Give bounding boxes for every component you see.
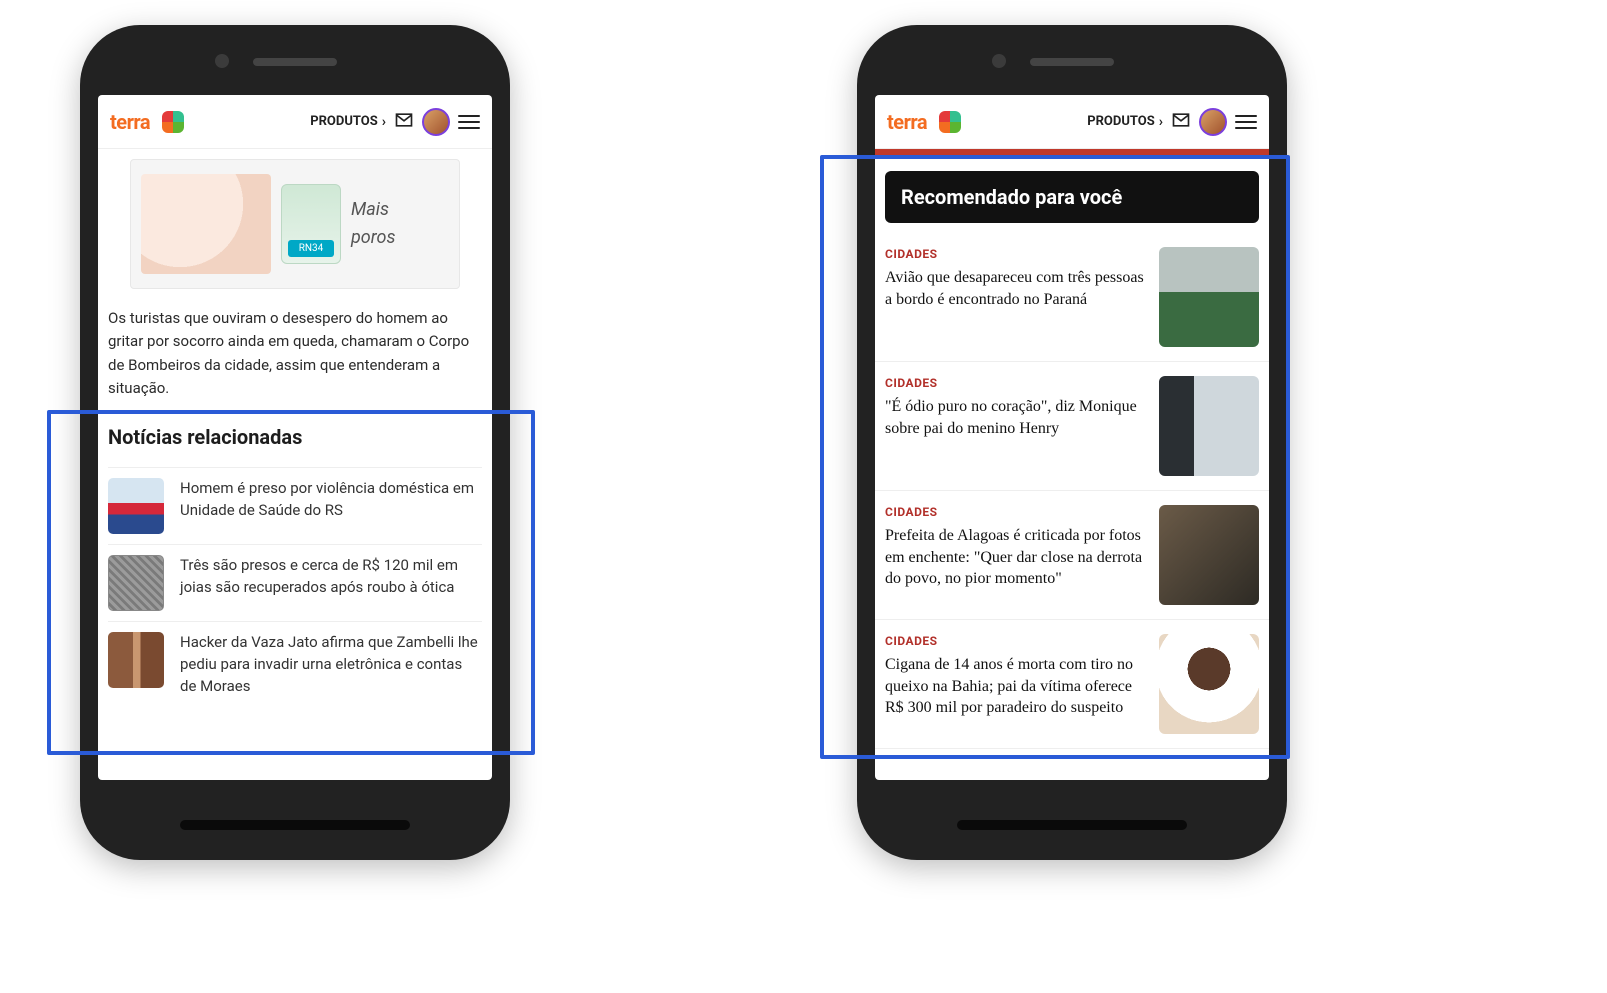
ad-image-baby bbox=[141, 174, 271, 274]
avatar[interactable] bbox=[422, 108, 450, 136]
logo-mark-icon bbox=[939, 111, 961, 133]
related-news-title: Três são presos e cerca de R$ 120 mil em… bbox=[180, 555, 482, 611]
phone-speaker bbox=[253, 58, 337, 66]
related-news-item[interactable]: Três são presos e cerca de R$ 120 mil em… bbox=[108, 544, 482, 621]
phone-camera bbox=[992, 54, 1006, 68]
produtos-link[interactable]: PRODUTOS › bbox=[310, 114, 386, 130]
category-label: CIDADES bbox=[885, 247, 1147, 261]
related-news-title: Homem é preso por violência doméstica em… bbox=[180, 478, 482, 534]
recommended-thumb-icon bbox=[1159, 505, 1259, 605]
category-label: CIDADES bbox=[885, 376, 1147, 390]
recommended-item[interactable]: CIDADES Avião que desapareceu com três p… bbox=[875, 233, 1269, 362]
ad-image-pack: RN34 bbox=[281, 184, 341, 264]
phone-mockup-left: terra PRODUTOS › RN34 bbox=[80, 25, 510, 860]
app-header: terra PRODUTOS › bbox=[98, 95, 492, 149]
section-accent-bar bbox=[875, 149, 1269, 157]
recommended-heading-box: Recomendado para você bbox=[885, 171, 1259, 223]
related-news-heading: Notícias relacionadas bbox=[108, 422, 482, 453]
related-thumb-icon bbox=[108, 478, 164, 534]
produtos-label: PRODUTOS bbox=[310, 114, 378, 129]
recommended-thumb-icon bbox=[1159, 247, 1259, 347]
related-news-title: Hacker da Vaza Jato afirma que Zambelli … bbox=[180, 632, 482, 697]
recommended-title: "É ódio puro no coração", diz Monique so… bbox=[885, 396, 1147, 439]
ad-copy-line2: poros bbox=[351, 224, 395, 252]
produtos-link[interactable]: PRODUTOS › bbox=[1087, 114, 1163, 130]
phone-mockup-right: terra PRODUTOS › Recomendado para você bbox=[857, 25, 1287, 860]
app-header: terra PRODUTOS › bbox=[875, 95, 1269, 149]
phone-screen-left: terra PRODUTOS › RN34 bbox=[98, 95, 492, 780]
logo-mark-icon bbox=[162, 111, 184, 133]
related-news-item[interactable]: Hacker da Vaza Jato afirma que Zambelli … bbox=[108, 621, 482, 707]
mail-icon[interactable] bbox=[1171, 110, 1191, 134]
mail-icon[interactable] bbox=[394, 110, 414, 134]
ad-banner[interactable]: RN34 Mais poros bbox=[130, 159, 460, 289]
recommended-title: Prefeita de Alagoas é criticada por foto… bbox=[885, 525, 1147, 590]
produtos-label: PRODUTOS bbox=[1087, 114, 1155, 129]
article-paragraph: Os turistas que ouviram o desespero do h… bbox=[108, 307, 482, 400]
recommended-title: Avião que desapareceu com três pessoas a… bbox=[885, 267, 1147, 310]
ad-pack-tag: RN34 bbox=[288, 240, 334, 258]
menu-icon[interactable] bbox=[458, 115, 480, 129]
recommended-heading: Recomendado para você bbox=[901, 185, 1243, 209]
logo-text[interactable]: terra bbox=[887, 110, 927, 134]
phone-speaker bbox=[1030, 58, 1114, 66]
related-thumb-icon bbox=[108, 632, 164, 688]
recommended-title: Cigana de 14 anos é morta com tiro no qu… bbox=[885, 654, 1147, 719]
phone-camera bbox=[215, 54, 229, 68]
recommended-thumb-icon bbox=[1159, 376, 1259, 476]
phone-home-bar bbox=[957, 820, 1187, 830]
related-news-item[interactable]: Homem é preso por violência doméstica em… bbox=[108, 467, 482, 544]
logo-text[interactable]: terra bbox=[110, 110, 150, 134]
phone-home-bar bbox=[180, 820, 410, 830]
chevron-right-icon: › bbox=[1159, 114, 1163, 130]
chevron-right-icon: › bbox=[382, 114, 386, 130]
recommended-item[interactable]: CIDADES Prefeita de Alagoas é criticada … bbox=[875, 491, 1269, 620]
ad-copy-line1: Mais bbox=[351, 196, 395, 224]
ad-copy: Mais poros bbox=[351, 196, 395, 252]
category-label: CIDADES bbox=[885, 634, 1147, 648]
menu-icon[interactable] bbox=[1235, 115, 1257, 129]
recommended-item[interactable]: CIDADES Cigana de 14 anos é morta com ti… bbox=[875, 620, 1269, 749]
phone-screen-right: terra PRODUTOS › Recomendado para você bbox=[875, 95, 1269, 780]
recommended-item[interactable]: CIDADES "É ódio puro no coração", diz Mo… bbox=[875, 362, 1269, 491]
related-thumb-icon bbox=[108, 555, 164, 611]
avatar[interactable] bbox=[1199, 108, 1227, 136]
article-content-left: RN34 Mais poros Os turistas que ouviram … bbox=[98, 159, 492, 721]
category-label: CIDADES bbox=[885, 505, 1147, 519]
stage: terra PRODUTOS › RN34 bbox=[0, 0, 1607, 993]
recommended-thumb-icon bbox=[1159, 634, 1259, 734]
